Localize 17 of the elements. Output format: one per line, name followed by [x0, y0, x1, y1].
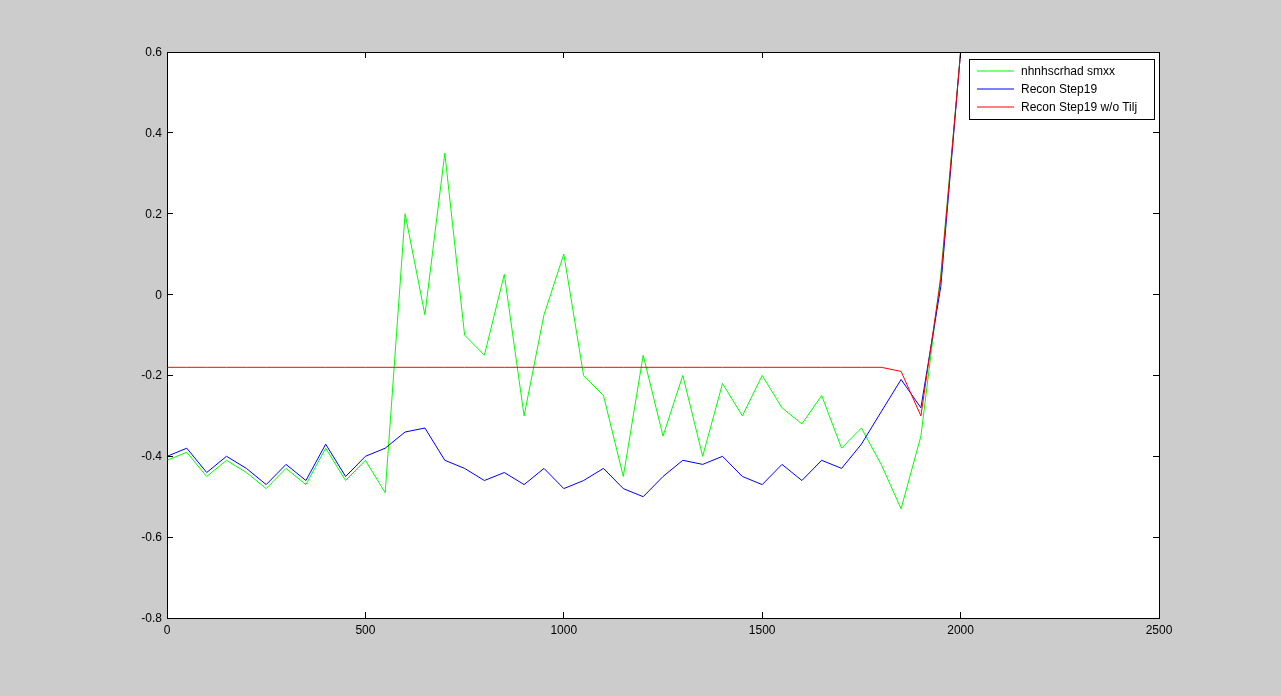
y-tick-label: -0.6: [141, 530, 162, 545]
x-tick-label: 0: [163, 623, 171, 637]
y-tick-label: -0.4: [141, 449, 162, 464]
x-tick-label: 2000: [947, 623, 974, 637]
y-tick-label: -0.2: [141, 368, 162, 383]
x-tick-label: 1000: [550, 623, 578, 637]
legend-label: Recon Step19: [1021, 82, 1098, 96]
legend-label: Recon Step19 w/o Tilj: [1021, 100, 1138, 114]
x-tick-label: 2500: [1145, 623, 1173, 637]
y-tick-label: 0.6: [145, 45, 162, 59]
y-tick-label: 0.4: [145, 125, 162, 140]
y-tick-label: 0.2: [145, 206, 162, 221]
x-tick-label: 500: [355, 623, 376, 637]
legend-label: nhnhscrhad smxx: [1021, 64, 1116, 78]
x-tick-label: 1500: [748, 623, 776, 637]
y-tick-label: 0: [155, 287, 162, 302]
y-tick-label: -0.8: [141, 611, 162, 625]
